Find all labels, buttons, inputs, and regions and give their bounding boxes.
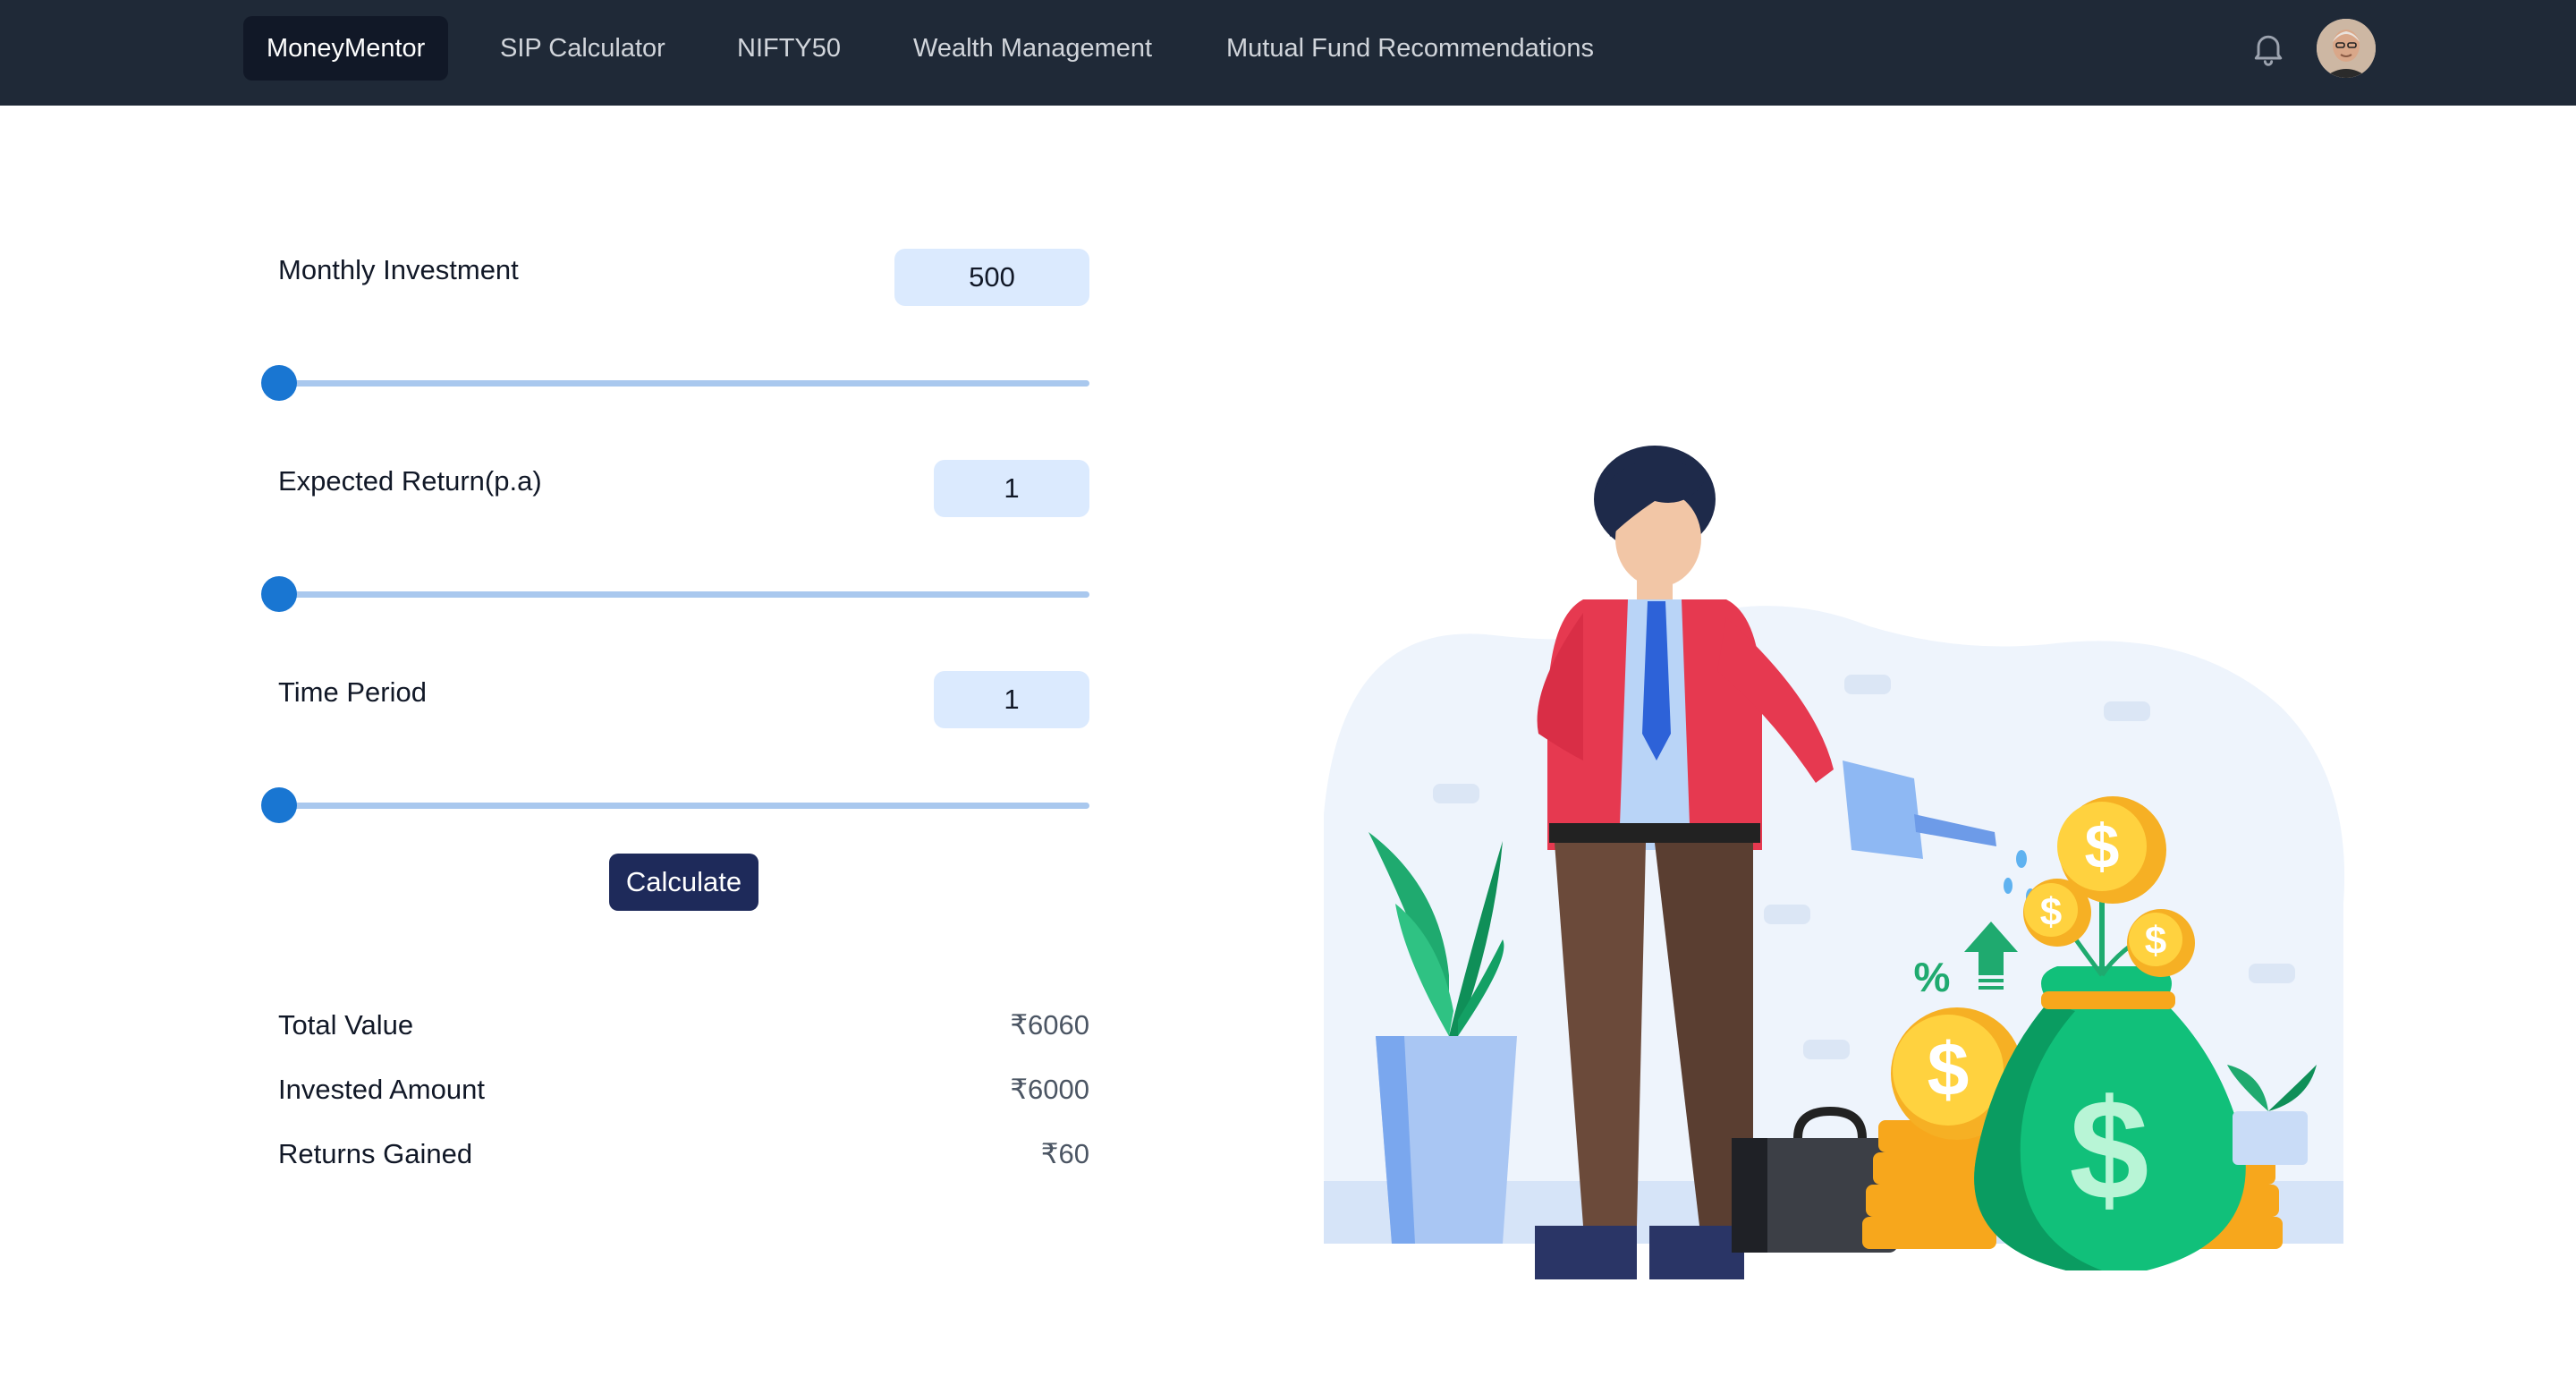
time-period-input[interactable]: 1	[934, 671, 1089, 728]
nav-item-wealth-management[interactable]: Wealth Management	[890, 16, 1175, 81]
total-value-label: Total Value	[278, 1009, 414, 1041]
svg-text:$: $	[1928, 1027, 1970, 1111]
user-avatar[interactable]	[2317, 19, 2376, 78]
nav-brand-moneymentor[interactable]: MoneyMentor	[243, 16, 449, 81]
slider-thumb[interactable]	[261, 576, 297, 612]
calculate-button[interactable]: Calculate	[609, 854, 758, 911]
nav-item-mutual-fund-recommendations[interactable]: Mutual Fund Recommendations	[1203, 16, 1617, 81]
slider-thumb[interactable]	[261, 365, 297, 401]
slider-thumb[interactable]	[261, 787, 297, 823]
svg-text:$: $	[2070, 1069, 2149, 1229]
svg-text:$: $	[2040, 890, 2062, 934]
returns-gained-label: Returns Gained	[278, 1138, 473, 1169]
expected-return-input[interactable]: 1	[934, 460, 1089, 517]
monthly-investment-slider[interactable]	[261, 365, 1089, 401]
top-navbar: MoneyMentor SIP Calculator NIFTY50 Wealt…	[0, 0, 2576, 106]
nav-item-nifty50[interactable]: NIFTY50	[714, 16, 864, 81]
time-period-slider[interactable]	[261, 787, 1089, 823]
svg-text:%: %	[1914, 954, 1951, 1000]
invested-amount-value: ₹6000	[1010, 1074, 1089, 1105]
expected-return-slider[interactable]	[261, 576, 1089, 612]
slider-track	[277, 380, 1089, 387]
total-value-amount: ₹6060	[1010, 1009, 1089, 1041]
invested-amount-label: Invested Amount	[278, 1074, 485, 1105]
svg-text:$: $	[2145, 919, 2166, 963]
nav-item-sip-calculator[interactable]: SIP Calculator	[477, 16, 689, 81]
svg-text:$: $	[2085, 811, 2120, 881]
time-period-label: Time Period	[278, 676, 427, 708]
expected-return-label: Expected Return(p.a)	[278, 465, 542, 497]
returns-gained-value: ₹60	[1040, 1138, 1089, 1169]
slider-track	[277, 803, 1089, 809]
monthly-investment-label: Monthly Investment	[278, 254, 519, 285]
slider-track	[277, 591, 1089, 598]
monthly-investment-input[interactable]: 500	[894, 249, 1089, 306]
notification-bell-icon[interactable]	[2249, 29, 2288, 68]
investment-growth-illustration: $ $ $ $ $ %	[1315, 438, 2370, 1288]
